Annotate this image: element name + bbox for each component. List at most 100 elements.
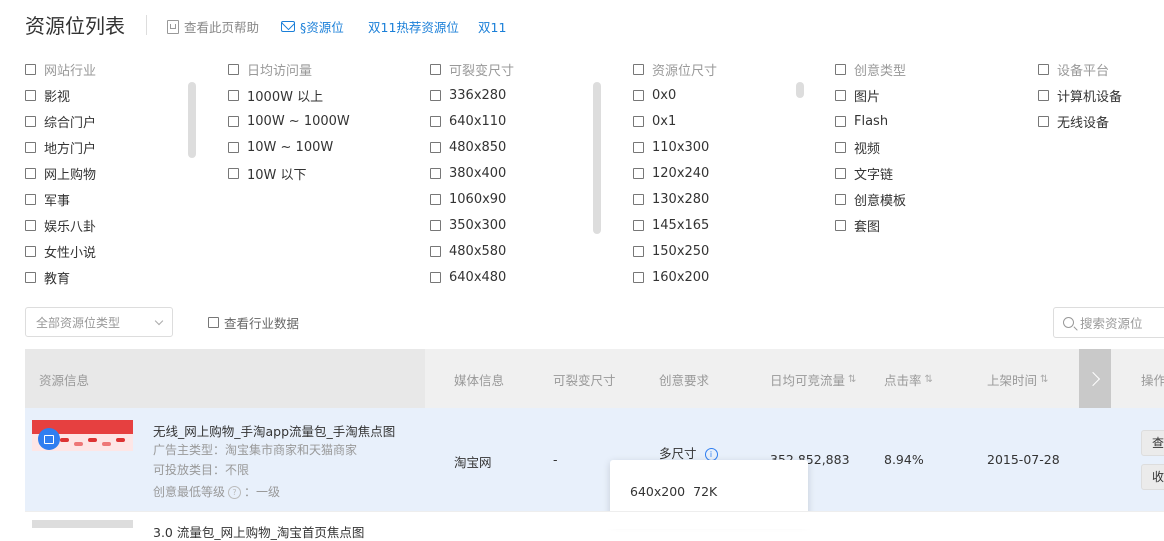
filter-option[interactable]: 0x1 (633, 108, 717, 134)
filter-option[interactable]: 160x200 (633, 264, 717, 290)
option-checkbox[interactable] (228, 141, 239, 153)
option-checkbox[interactable] (25, 193, 36, 205)
option-checkbox[interactable] (835, 89, 846, 101)
filter-option[interactable]: 480x580 (430, 238, 514, 264)
option-checkbox[interactable] (25, 89, 36, 101)
option-checkbox[interactable] (228, 115, 239, 127)
option-checkbox[interactable] (835, 141, 846, 153)
filter-option[interactable]: 影视 (25, 82, 96, 108)
option-checkbox[interactable] (430, 89, 441, 101)
view-button[interactable]: 查 (1141, 430, 1164, 456)
option-checkbox[interactable] (835, 167, 846, 179)
option-checkbox[interactable] (228, 89, 239, 101)
double11-recommend-link[interactable]: 双11热荐资源位 (368, 17, 459, 36)
option-checkbox[interactable] (25, 167, 36, 179)
filter-option[interactable]: 1060x90 (430, 186, 514, 212)
filter-option[interactable]: 网上购物 (25, 160, 96, 186)
resource-title[interactable]: 无线_网上购物_手淘app流量包_手淘焦点图 (153, 421, 395, 440)
select-all-checkbox[interactable] (25, 63, 36, 75)
option-checkbox[interactable] (430, 115, 441, 127)
resource-type-select[interactable]: 全部资源位类型 (25, 307, 173, 337)
industry-data-checkbox[interactable] (208, 317, 219, 328)
filter-option[interactable]: 教育 (25, 264, 96, 290)
option-checkbox[interactable] (430, 193, 441, 205)
option-checkbox[interactable] (25, 271, 36, 283)
option-checkbox[interactable] (835, 219, 846, 231)
filter-option[interactable]: 1000W 以上 (228, 82, 350, 108)
filter-header-slot_size[interactable]: 资源位尺寸 (633, 56, 717, 82)
option-checkbox[interactable] (430, 219, 441, 231)
option-checkbox[interactable] (633, 245, 644, 257)
select-all-checkbox[interactable] (1038, 63, 1049, 75)
option-checkbox[interactable] (430, 245, 441, 257)
option-checkbox[interactable] (228, 167, 239, 179)
option-checkbox[interactable] (835, 115, 846, 127)
double11-link[interactable]: 双11 (478, 17, 506, 36)
option-checkbox[interactable] (25, 141, 36, 153)
option-checkbox[interactable] (633, 193, 644, 205)
option-checkbox[interactable] (1038, 115, 1049, 127)
option-checkbox[interactable] (633, 141, 644, 153)
industry-data-toggle[interactable]: 查看行业数据 (208, 313, 299, 332)
option-checkbox[interactable] (430, 271, 441, 283)
th-ctr[interactable]: 点击率 ⇅ (884, 370, 933, 389)
filter-option[interactable]: 娱乐八卦 (25, 212, 96, 238)
th-listed-time[interactable]: 上架时间 ⇅ (987, 370, 1048, 389)
collect-button[interactable]: 收 (1141, 464, 1164, 490)
filter-option[interactable]: 图片 (835, 82, 906, 108)
option-checkbox[interactable] (25, 245, 36, 257)
select-all-checkbox[interactable] (633, 63, 644, 75)
option-checkbox[interactable] (633, 167, 644, 179)
option-checkbox[interactable] (430, 167, 441, 179)
filter-header-creative_type[interactable]: 创意类型 (835, 56, 906, 82)
filter-option[interactable]: 480x850 (430, 134, 514, 160)
filter-option[interactable]: 0x0 (633, 82, 717, 108)
option-checkbox[interactable] (430, 141, 441, 153)
option-checkbox[interactable] (633, 219, 644, 231)
filter-option[interactable]: 地方门户 (25, 134, 96, 160)
filter-header-splittable_size[interactable]: 可裂变尺寸 (430, 56, 514, 82)
filter-option[interactable]: 视频 (835, 134, 906, 160)
filter-option[interactable]: 145x165 (633, 212, 717, 238)
option-checkbox[interactable] (633, 89, 644, 101)
filter-option[interactable]: 150x250 (633, 238, 717, 264)
option-checkbox[interactable] (835, 193, 846, 205)
resource-title[interactable]: 3.0 流量包_网上购物_淘宝首页焦点图 (153, 522, 364, 541)
slot-size-scrollbar[interactable] (796, 82, 804, 98)
th-daily-traffic[interactable]: 日均可竞流量 ⇅ (770, 370, 856, 389)
filter-option[interactable]: 120x240 (633, 160, 717, 186)
filter-option[interactable]: 336x280 (430, 82, 514, 108)
help-link[interactable]: 查看此页帮助 (167, 17, 259, 36)
filter-option[interactable]: 640x480 (430, 264, 514, 290)
search-input[interactable]: 搜索资源位 (1053, 307, 1164, 338)
filter-option[interactable]: 110x300 (633, 134, 717, 160)
filter-option[interactable]: 综合门户 (25, 108, 96, 134)
filter-option[interactable]: 军事 (25, 186, 96, 212)
option-checkbox[interactable] (1038, 89, 1049, 101)
filter-option[interactable]: Flash (835, 108, 906, 134)
filter-option[interactable]: 女性小说 (25, 238, 96, 264)
filter-option[interactable]: 350x300 (430, 212, 514, 238)
filter-option[interactable]: 380x400 (430, 160, 514, 186)
help-question-icon[interactable]: ? (228, 486, 242, 499)
filter-option[interactable]: 130x280 (633, 186, 717, 212)
split-size-scrollbar[interactable] (593, 82, 601, 234)
select-all-checkbox[interactable] (835, 63, 846, 75)
filter-header-device_platform[interactable]: 设备平台 (1038, 56, 1122, 82)
option-checkbox[interactable] (633, 115, 644, 127)
select-all-checkbox[interactable] (228, 63, 239, 75)
filter-option[interactable]: 无线设备 (1038, 108, 1122, 134)
select-all-checkbox[interactable] (430, 63, 441, 75)
filter-option[interactable]: 640x110 (430, 108, 514, 134)
filter-option[interactable]: 10W 以下 (228, 160, 350, 186)
filter-header-daily_visits[interactable]: 日均访问量 (228, 56, 350, 82)
industry-scrollbar[interactable] (188, 82, 196, 158)
filter-option[interactable]: 100W ~ 1000W (228, 108, 350, 134)
scroll-right-button[interactable] (1079, 349, 1111, 408)
filter-option[interactable]: 套图 (835, 212, 906, 238)
filter-header-industry[interactable]: 网站行业 (25, 56, 96, 82)
option-checkbox[interactable] (25, 115, 36, 127)
resource-link[interactable]: §资源位 (281, 17, 344, 36)
filter-option[interactable]: 文字链 (835, 160, 906, 186)
option-checkbox[interactable] (633, 271, 644, 283)
